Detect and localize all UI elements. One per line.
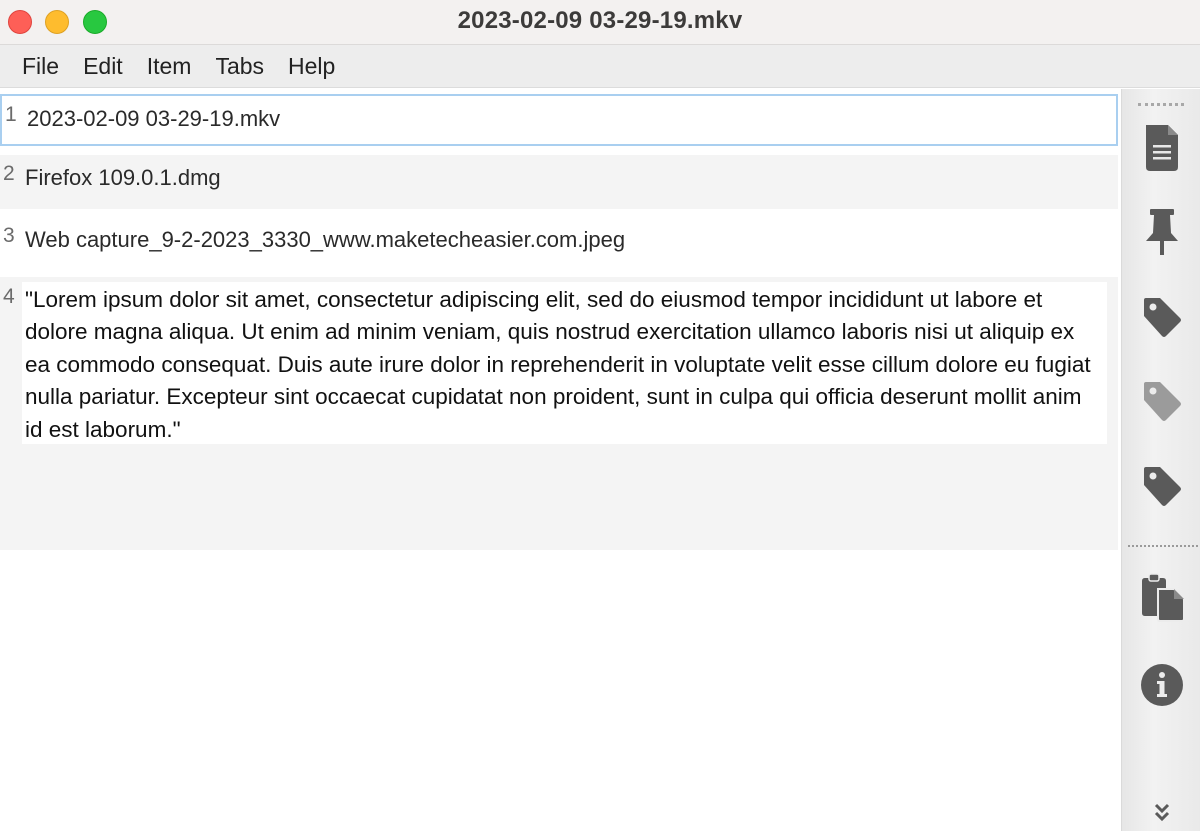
item-toolbar (1121, 89, 1200, 831)
menu-file[interactable]: File (10, 53, 71, 80)
menu-edit[interactable]: Edit (71, 53, 135, 80)
tag-icon[interactable] (1140, 294, 1184, 344)
window-title: 2023-02-09 03-29-19.mkv (457, 7, 743, 34)
list-item-selected[interactable]: 1 2023-02-09 03-29-19.mkv (0, 94, 1118, 146)
list-item[interactable]: 3 Web capture_9-2-2023_3330_www.maketech… (0, 217, 1118, 277)
menu-tabs[interactable]: Tabs (203, 53, 276, 80)
title-bar: 2023-02-09 03-29-19.mkv (0, 0, 1200, 45)
list-item[interactable]: 2 Firefox 109.0.1.dmg (0, 155, 1118, 209)
info-icon[interactable] (1140, 660, 1184, 710)
chevron-double-down-icon[interactable] (1140, 799, 1184, 831)
item-text: 2023-02-09 03-29-19.mkv (27, 106, 281, 131)
item-number: 3 (3, 224, 15, 247)
clipboard-item-list[interactable]: 1 2023-02-09 03-29-19.mkv 2 Firefox 109.… (0, 89, 1120, 831)
item-text: Web capture_9-2-2023_3330_www.maketechea… (25, 227, 626, 252)
document-icon[interactable] (1140, 123, 1184, 173)
menu-help[interactable]: Help (276, 53, 347, 80)
menu-bar: File Edit Item Tabs Help (0, 45, 1200, 88)
item-number: 2 (3, 162, 15, 185)
item-text: Firefox 109.0.1.dmg (25, 165, 221, 190)
list-item[interactable]: 4 "Lorem ipsum dolor sit amet, consectet… (0, 277, 1118, 550)
toolbar-drag-handle[interactable] (1138, 103, 1184, 106)
toolbar-separator (1128, 545, 1198, 547)
menu-item[interactable]: Item (135, 53, 204, 80)
tag-icon[interactable] (1140, 378, 1184, 428)
item-text: "Lorem ipsum dolor sit amet, consectetur… (25, 287, 1091, 442)
tag-icon[interactable] (1140, 463, 1184, 513)
item-number: 4 (3, 285, 15, 308)
pin-icon[interactable] (1140, 207, 1184, 257)
clipboard-icon[interactable] (1140, 573, 1184, 623)
item-number: 1 (5, 103, 17, 126)
